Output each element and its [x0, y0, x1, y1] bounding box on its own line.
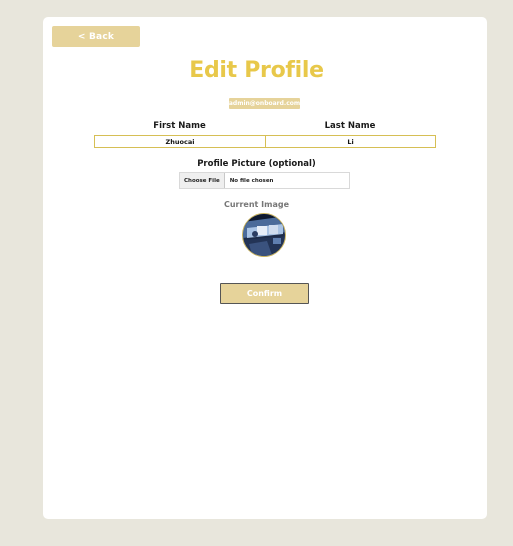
profile-picture-label: Profile Picture (optional): [197, 159, 316, 169]
back-button[interactable]: < Back: [52, 26, 140, 47]
file-input[interactable]: Choose File No file chosen: [179, 172, 350, 189]
edit-profile-card: [43, 17, 487, 519]
current-image-label: Current Image: [223, 200, 290, 209]
last-name-input[interactable]: [265, 135, 436, 148]
email-badge: admin@onboard.com: [228, 98, 301, 109]
last-name-label: Last Name: [324, 121, 376, 131]
first-name-label: First Name: [153, 121, 206, 131]
page-background: < Back Edit Profile admin@onboard.com Fi…: [0, 0, 513, 546]
page-title: Edit Profile: [189, 58, 324, 83]
confirm-button[interactable]: Confirm: [220, 283, 309, 304]
first-name-input[interactable]: [94, 135, 266, 148]
current-profile-image: [242, 213, 286, 257]
choose-file-button[interactable]: Choose File: [180, 173, 225, 188]
file-status: No file chosen: [229, 177, 274, 184]
profile-photo-icon: [243, 214, 285, 256]
